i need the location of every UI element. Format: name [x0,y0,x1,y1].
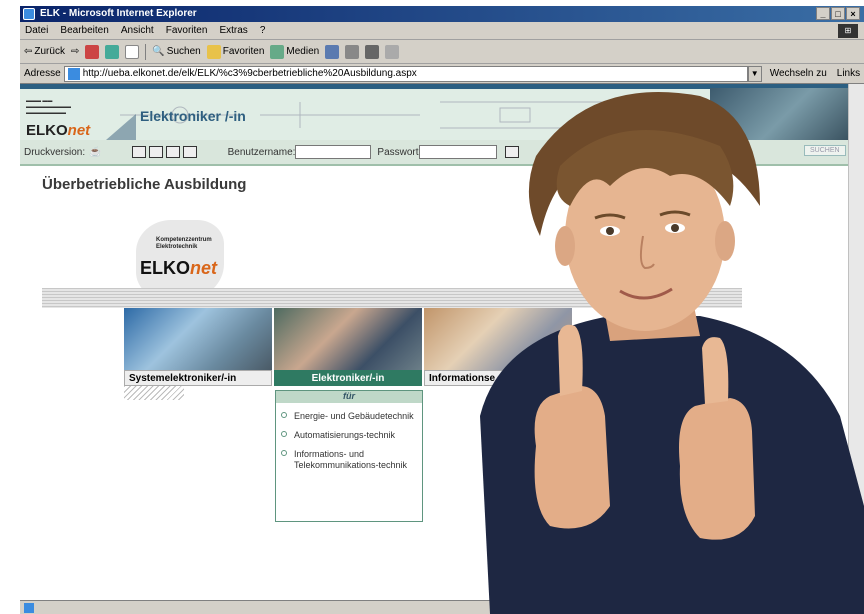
search-icon: 🔍 [152,46,165,57]
status-page-icon [24,603,34,613]
boy-thumbs-up-photo [480,92,864,614]
address-label: Adresse [24,68,61,79]
submenu-item-automatisierung[interactable]: Automatisierungs-technik [276,422,422,441]
submenu-item-label: Informations- und Telekommunikations-tec… [294,449,408,470]
address-dropdown-button[interactable]: ▼ [747,65,762,82]
submenu-item-label: Energie- und Gebäudetechnik [294,411,414,421]
card-label: Systemelektroniker/-in [124,370,272,386]
edit-icon[interactable] [385,44,400,59]
page-icon [67,67,80,80]
submenu-heading: für [276,391,422,403]
tool-icon-2[interactable] [148,146,163,158]
media-icon [270,44,285,59]
card-photo [124,308,272,370]
go-button[interactable]: Wechseln zu [762,68,827,79]
doc-icon[interactable] [182,146,197,158]
refresh-icon[interactable] [105,44,120,59]
back-label: Zurück [34,46,65,57]
card-label: Elektroniker/-in [274,370,422,386]
window-titlebar: ELK - Microsoft Internet Explorer _ □ × [20,6,864,22]
menu-extras[interactable]: Extras [214,22,251,36]
menu-favoriten[interactable]: Favoriten [161,22,212,36]
favorites-button[interactable]: Favoriten [206,44,265,59]
maximize-button[interactable]: □ [831,7,845,20]
card-stripes [124,386,184,400]
submenu-item-telekommunikation[interactable]: Informations- und Telekommunikations-tec… [276,441,422,471]
media-button[interactable]: Medien [270,44,320,59]
media-label: Medien [286,46,320,57]
ie-icon [23,8,35,20]
bullet-icon [281,412,287,418]
logo-brand-suffix: net [190,258,218,278]
toolbar-separator [145,43,147,60]
tool-icon-1[interactable] [131,146,146,158]
submenu-item-energie[interactable]: Energie- und Gebäudetechnik [276,403,422,422]
brand-prefix: ELKO [26,122,68,139]
card-elektroniker[interactable]: Elektroniker/-in [274,308,422,386]
close-button[interactable]: × [846,7,860,20]
menu-datei[interactable]: Datei [20,22,52,36]
header-wedge [106,114,136,140]
info-icon[interactable] [165,146,180,158]
bullet-icon [281,450,287,456]
menu-ansicht[interactable]: Ansicht [116,22,158,36]
history-icon[interactable] [325,44,340,59]
favorites-label: Favoriten [222,46,265,57]
search-label: Suchen [166,46,201,57]
menu-help[interactable]: ? [255,22,270,36]
page-heading: Elektroniker /-in [140,108,246,124]
home-icon[interactable] [125,44,140,59]
stop-icon[interactable] [85,44,100,59]
submenu-item-label: Automatisierungs-technik [294,430,396,440]
toolbar: ⇦ Zurück ⇨ 🔍 Suchen Favoriten Medien [20,40,864,64]
elektroniker-submenu: für Energie- und Gebäudetechnik Automati… [275,390,423,522]
windows-logo-icon: ⊞ [838,24,858,38]
minimize-button[interactable]: _ [816,7,830,20]
logo-brand-prefix: ELKO [140,258,191,278]
print-version-icon[interactable]: ☕ [89,147,101,158]
username-input[interactable] [295,145,372,159]
elkonet-logo: ▬▬▬ ▬▬ ▬▬▬▬▬▬▬▬▬ ▬▬▬▬▬▬▬▬ ELKOnet [26,98,91,139]
mail-icon[interactable] [345,44,360,59]
address-url: http://ueba.elkonet.de/elk/ELK/%c3%9cber… [82,68,417,79]
window-title: ELK - Microsoft Internet Explorer [40,8,197,19]
brand-suffix: net [67,122,91,139]
forward-button[interactable]: ⇨ [71,46,79,57]
menu-bearbeiten[interactable]: Bearbeiten [55,22,112,36]
user-label: Benutzername: [227,146,296,158]
password-label: Passwort [377,146,419,158]
menu-bar: Datei Bearbeiten Ansicht Favoriten Extra… [20,22,864,40]
address-input[interactable]: http://ueba.elkonet.de/elk/ELK/%c3%9cber… [63,65,748,82]
links-button[interactable]: Links [827,68,860,79]
address-bar: Adresse http://ueba.elkonet.de/elk/ELK/%… [20,64,864,84]
back-button[interactable]: ⇦ Zurück [24,46,65,57]
favorites-icon [206,44,221,59]
druck-label: Druckversion: [24,146,86,158]
back-arrow-icon: ⇦ [24,46,33,57]
logo-line2: Elektrotechnik [156,244,198,250]
card-photo [274,308,422,370]
search-button[interactable]: 🔍 Suchen [152,46,200,57]
card-systemelektroniker[interactable]: Systemelektroniker/-in [124,308,272,400]
print-icon[interactable] [365,44,380,59]
bullet-icon [281,431,287,437]
logo-line1: Kompetenzzentrum [156,237,212,243]
main-title: Überbetriebliche Ausbildung [42,176,247,193]
